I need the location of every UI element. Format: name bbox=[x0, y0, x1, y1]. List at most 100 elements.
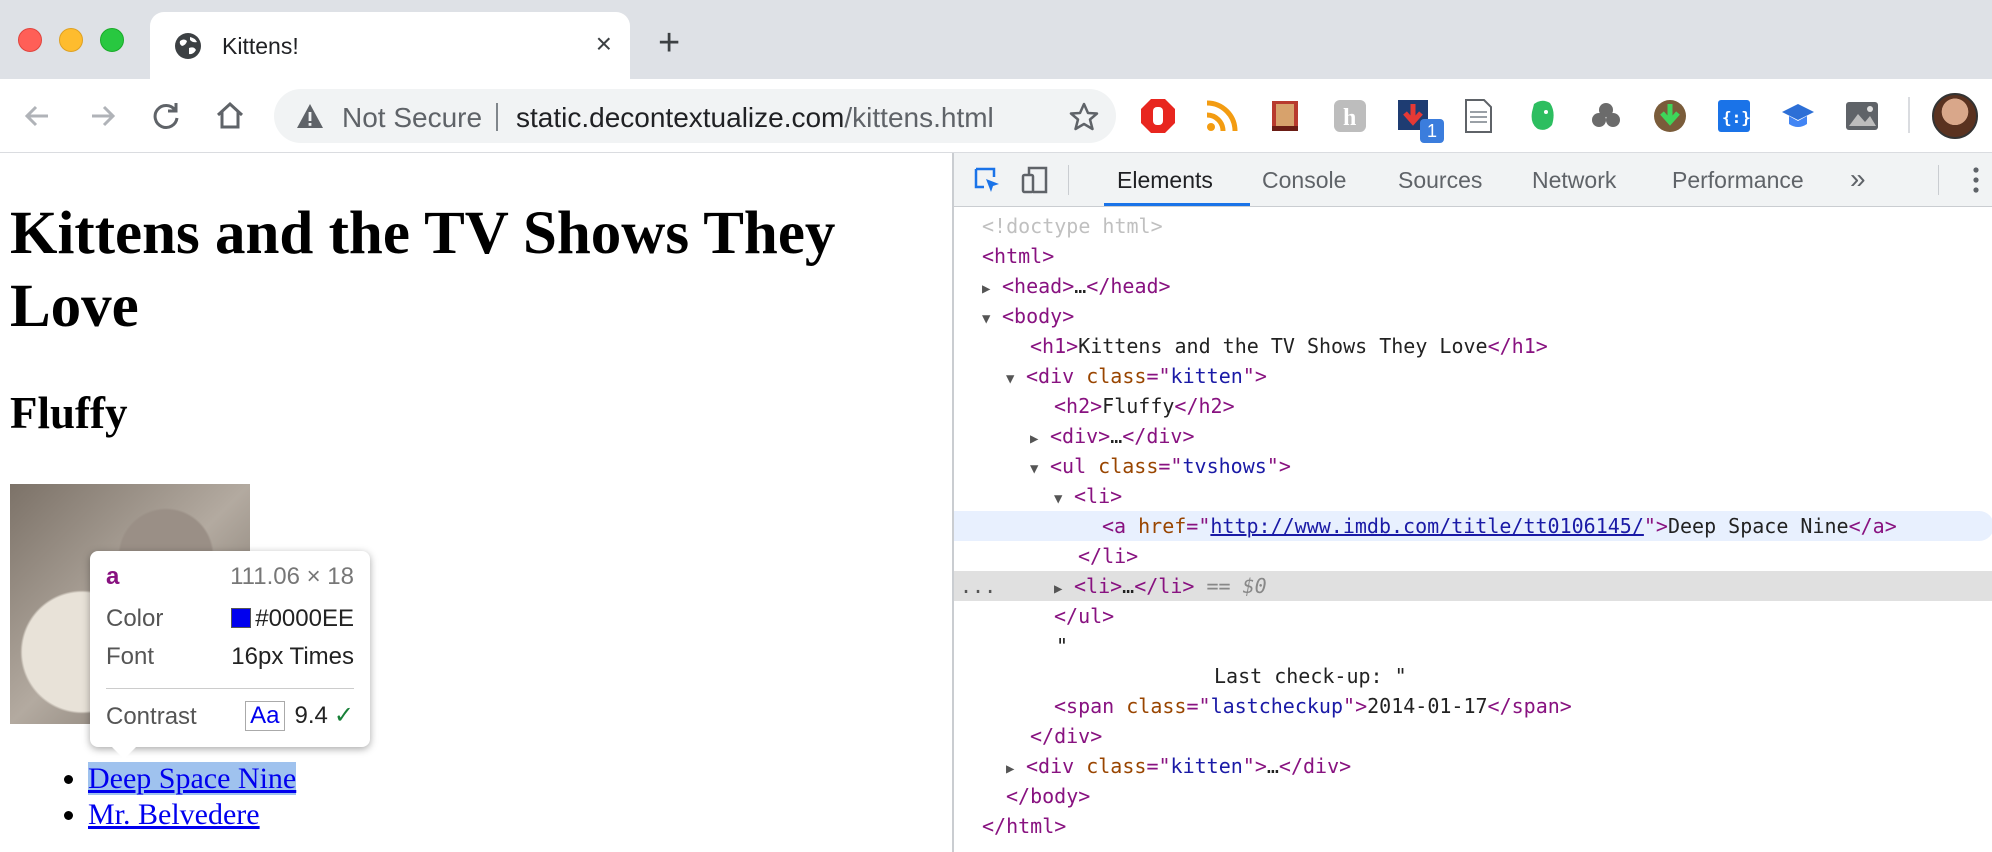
dom-node-li-close[interactable]: </li> bbox=[954, 541, 1992, 571]
tooltip-font-row: Font 16px Times bbox=[106, 643, 354, 673]
tab-elements[interactable]: Elements bbox=[1117, 167, 1213, 194]
image-extension-icon[interactable] bbox=[1844, 98, 1880, 134]
back-icon[interactable] bbox=[18, 96, 58, 136]
svg-text:{:}: {:} bbox=[1722, 108, 1751, 127]
dom-node-div-kitten-2[interactable]: ▶ <div class="kitten">…</div> bbox=[954, 751, 1992, 781]
tooltip-color-value: #0000EE bbox=[255, 605, 354, 632]
span-class-value: lastcheckup bbox=[1210, 694, 1344, 718]
hypothesis-extension-icon[interactable]: h bbox=[1332, 98, 1368, 134]
collapse-triangle-icon[interactable]: ▼ bbox=[1030, 454, 1050, 484]
collapse-triangle-icon[interactable]: ▼ bbox=[982, 304, 1002, 334]
dom-node-a[interactable]: <a href="http://www.imdb.com/title/tt010… bbox=[954, 511, 1992, 541]
tooltip-contrast-value-wrap: Aa 9.4 ✓ bbox=[245, 701, 354, 731]
tooltip-color-value-wrap: #0000EE bbox=[231, 605, 354, 633]
collapse-triangle-icon[interactable]: ▼ bbox=[1006, 364, 1026, 394]
close-tab-icon[interactable]: × bbox=[596, 30, 612, 58]
page-viewport: Kittens and the TV Shows They Love Fluff… bbox=[0, 153, 952, 852]
div-class-value: kitten bbox=[1170, 754, 1243, 778]
device-toolbar-icon[interactable] bbox=[1020, 165, 1050, 195]
dom-text-node-open[interactable]: " bbox=[954, 631, 1992, 661]
dom-node-li-selected[interactable]: ... ▶ <li>…</li> == $0 bbox=[954, 571, 1992, 601]
cloud-extension-icon[interactable] bbox=[1588, 98, 1624, 134]
book-extension-icon[interactable] bbox=[1268, 98, 1304, 134]
tooltip-contrast-value: 9.4 bbox=[294, 702, 328, 729]
tab-sources[interactable]: Sources bbox=[1398, 167, 1482, 194]
green-download-extension-icon[interactable] bbox=[1652, 98, 1688, 134]
tooltip-font-value: 16px Times bbox=[231, 643, 354, 670]
show-link-mr-belvedere[interactable]: Mr. Belvedere bbox=[88, 798, 260, 831]
dom-node-div[interactable]: ▶ <div>…</div> bbox=[954, 421, 1992, 451]
ellipsis: … bbox=[1122, 574, 1135, 598]
json-extension-icon[interactable]: {:} bbox=[1716, 98, 1752, 134]
graduation-cap-extension-icon[interactable] bbox=[1780, 98, 1816, 134]
tab-strip: Kittens! × + bbox=[0, 0, 1992, 79]
href-link[interactable]: http://www.imdb.com/title/tt0106145/ bbox=[1210, 514, 1643, 538]
tab-console[interactable]: Console bbox=[1262, 167, 1346, 194]
devtools-panel: Elements Console Sources Network Perform… bbox=[952, 153, 1992, 852]
minimize-window-button[interactable] bbox=[59, 28, 83, 52]
ellipsis: … bbox=[1074, 274, 1087, 298]
text-node-content: Last check-up: " bbox=[1214, 664, 1407, 688]
h1-text: Kittens and the TV Shows They Love bbox=[1078, 334, 1488, 358]
document-extension-icon[interactable] bbox=[1460, 98, 1496, 134]
tooltip-divider bbox=[106, 688, 354, 689]
contrast-sample: Aa bbox=[245, 701, 285, 731]
address-bar[interactable]: Not Secure static.decontextualize.com/ki… bbox=[274, 89, 1116, 143]
show-link-deep-space-nine[interactable]: Deep Space Nine bbox=[88, 762, 297, 795]
browser-tab[interactable]: Kittens! × bbox=[150, 12, 630, 79]
dom-node-body-close[interactable]: </body> bbox=[954, 781, 1992, 811]
dom-node-head[interactable]: ▶ <head>…</head> bbox=[954, 271, 1992, 301]
inspect-element-icon[interactable] bbox=[972, 165, 1002, 195]
toolbar-divider bbox=[1908, 97, 1910, 133]
dom-node-div-close[interactable]: </div> bbox=[954, 721, 1992, 751]
div-class-value: kitten bbox=[1170, 364, 1243, 388]
kebab-menu-icon[interactable] bbox=[1972, 165, 1980, 195]
evernote-extension-icon[interactable] bbox=[1524, 98, 1560, 134]
active-tab-indicator bbox=[1104, 203, 1250, 206]
dom-node-ul-close[interactable]: </ul> bbox=[954, 601, 1992, 631]
home-icon[interactable] bbox=[210, 96, 250, 136]
dom-node-li[interactable]: ▼ <li> bbox=[954, 481, 1992, 511]
svg-text:h: h bbox=[1343, 105, 1356, 131]
doctype-text: <!doctype html> bbox=[982, 214, 1163, 238]
zoom-window-button[interactable] bbox=[100, 28, 124, 52]
collapse-triangle-icon[interactable]: ▼ bbox=[1054, 484, 1074, 514]
expand-triangle-icon[interactable]: ▶ bbox=[982, 274, 1002, 304]
tooltip-color-row: Color #0000EE bbox=[106, 605, 354, 635]
dom-node-span[interactable]: <span class="lastcheckup">2014-01-17</sp… bbox=[954, 691, 1992, 721]
dom-node-doctype[interactable]: <!doctype html> bbox=[954, 211, 1992, 241]
row-actions-icon[interactable]: ... bbox=[960, 571, 996, 601]
reload-icon[interactable] bbox=[146, 96, 186, 136]
close-window-button[interactable] bbox=[18, 28, 42, 52]
profile-avatar[interactable] bbox=[1932, 93, 1978, 139]
new-tab-button[interactable]: + bbox=[658, 24, 680, 62]
warning-icon[interactable] bbox=[296, 103, 324, 129]
dom-node-body[interactable]: ▼ <body> bbox=[954, 301, 1992, 331]
expand-triangle-icon[interactable]: ▶ bbox=[1054, 574, 1074, 604]
devtools-divider bbox=[1938, 165, 1939, 195]
forward-icon[interactable] bbox=[82, 96, 122, 136]
dom-node-div-kitten[interactable]: ▼ <div class="kitten"> bbox=[954, 361, 1992, 391]
dom-node-html[interactable]: <html> bbox=[954, 241, 1992, 271]
tooltip-header: a 111.06 × 18 bbox=[106, 563, 354, 593]
dom-node-h2[interactable]: <h2>Fluffy</h2> bbox=[954, 391, 1992, 421]
expand-triangle-icon[interactable]: ▶ bbox=[1030, 424, 1050, 454]
dom-node-h1[interactable]: <h1>Kittens and the TV Shows They Love</… bbox=[954, 331, 1992, 361]
devtools-tabbar: Elements Console Sources Network Perform… bbox=[954, 153, 1992, 207]
expand-triangle-icon[interactable]: ▶ bbox=[1006, 754, 1026, 784]
not-secure-label[interactable]: Not Secure bbox=[342, 102, 482, 134]
rss-extension-icon[interactable] bbox=[1204, 98, 1240, 134]
globe-icon bbox=[175, 33, 201, 59]
url-text[interactable]: static.decontextualize.com/kittens.html bbox=[516, 102, 994, 134]
adblock-extension-icon[interactable] bbox=[1140, 98, 1176, 134]
bookmark-star-icon[interactable] bbox=[1068, 101, 1100, 133]
dom-text-node[interactable]: Last check-up: " bbox=[954, 661, 1992, 691]
more-tabs-icon[interactable]: » bbox=[1850, 163, 1866, 195]
dom-node-html-close[interactable]: </html> bbox=[954, 811, 1992, 841]
text-node-quote: " bbox=[1056, 634, 1069, 658]
dom-node-ul[interactable]: ▼ <ul class="tvshows"> bbox=[954, 451, 1992, 481]
list-item: Mr. Belvedere bbox=[88, 797, 296, 833]
tab-network[interactable]: Network bbox=[1532, 167, 1616, 194]
selected-marker: == $0 bbox=[1206, 574, 1267, 598]
tab-performance[interactable]: Performance bbox=[1672, 167, 1804, 194]
